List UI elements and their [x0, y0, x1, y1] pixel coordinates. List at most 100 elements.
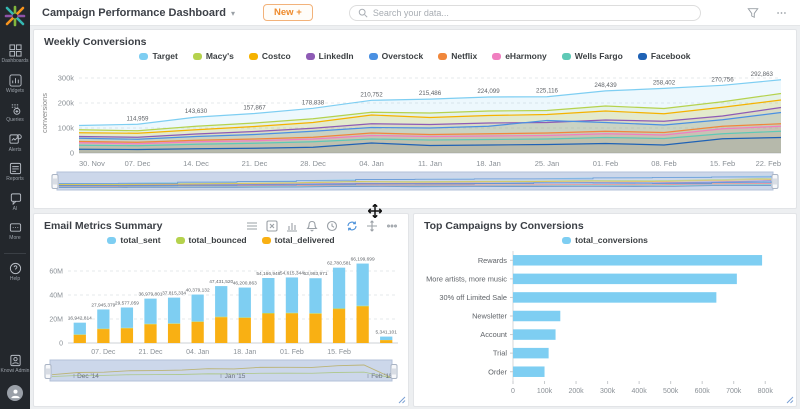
bar-segment-total_delivered[interactable]: [333, 309, 345, 343]
bar-segment-total_delivered[interactable]: [121, 328, 133, 343]
user-avatar[interactable]: [7, 385, 23, 401]
bar-segment-total_bounced[interactable]: [262, 313, 274, 314]
bar-segment-total_delivered[interactable]: [192, 322, 204, 343]
legend-item[interactable]: Target: [139, 51, 177, 61]
bar-segment-total_sent[interactable]: [286, 277, 298, 312]
svg-text:21. Dec: 21. Dec: [138, 349, 163, 356]
bar-segment-total_bounced[interactable]: [286, 313, 298, 314]
bar-segment-total_delivered[interactable]: [144, 324, 156, 343]
filter-icon[interactable]: [747, 7, 759, 19]
legend-swatch: [562, 53, 571, 60]
bar-segment-total_sent[interactable]: [239, 288, 251, 318]
svg-text:62,780,581: 62,780,581: [327, 261, 351, 267]
email-navigator[interactable]: Dec '14Jan '15Feb '15: [44, 359, 398, 384]
chevron-down-icon[interactable]: ▾: [231, 9, 235, 18]
sidebar-item-dashboards[interactable]: Dashboards: [0, 40, 30, 70]
widget-more-icon[interactable]: [386, 220, 398, 232]
bar-segment-total_delivered[interactable]: [309, 314, 321, 343]
dashboard-canvas: Weekly Conversions TargetMacy'sCostcoLin…: [30, 26, 800, 409]
svg-text:225,116: 225,116: [536, 88, 558, 95]
sidebar-item-alerts[interactable]: Alerts: [0, 129, 30, 159]
sync-icon[interactable]: [346, 220, 358, 232]
weekly-navigator[interactable]: [51, 171, 779, 192]
bar-segment-total_bounced[interactable]: [357, 306, 369, 307]
sidebar-item-widgets[interactable]: Widgets: [0, 70, 30, 100]
chart-type-icon[interactable]: [286, 220, 298, 232]
bar-segment-total_sent[interactable]: [74, 323, 86, 335]
hbar-account[interactable]: [513, 329, 556, 340]
search-input[interactable]: [373, 8, 692, 18]
bar-segment-total_delivered[interactable]: [286, 313, 298, 343]
bar-segment-total_sent[interactable]: [144, 299, 156, 324]
resize-handle[interactable]: [786, 396, 794, 404]
bar-segment-total_delivered[interactable]: [357, 306, 369, 343]
bar-segment-total_sent[interactable]: [192, 295, 204, 322]
svg-text:Rewards: Rewards: [478, 256, 507, 265]
legend-item[interactable]: total_sent: [107, 235, 160, 245]
navigator-handle-right[interactable]: [772, 175, 778, 189]
hbar-newsletter[interactable]: [513, 311, 560, 322]
legend-label: eHarmony: [505, 51, 547, 61]
legend-item[interactable]: Overstock: [369, 51, 424, 61]
svg-text:200k: 200k: [568, 388, 584, 395]
bar-segment-total_bounced[interactable]: [333, 308, 345, 309]
export-icon[interactable]: [266, 220, 278, 232]
sidebar-item-queries[interactable]: Queries: [0, 99, 30, 129]
bar-segment-total_sent[interactable]: [333, 268, 345, 309]
alert-bell-icon[interactable]: [306, 220, 318, 232]
sidebar-item-ai[interactable]: AI: [0, 188, 30, 218]
bar-segment-total_bounced[interactable]: [215, 317, 227, 318]
bar-segment-total_delivered[interactable]: [74, 335, 86, 343]
legend-label: Costco: [262, 51, 291, 61]
sidebar-item-help[interactable]: Help: [0, 258, 30, 288]
bar-segment-total_sent[interactable]: [380, 337, 392, 340]
bar-segment-total_delivered[interactable]: [380, 340, 392, 343]
sidebar-item-more[interactable]: More: [0, 217, 30, 247]
bar-segment-total_sent[interactable]: [121, 308, 133, 328]
bar-segment-total_sent[interactable]: [215, 286, 227, 317]
legend-item[interactable]: Costco: [249, 51, 291, 61]
legend-item[interactable]: Facebook: [638, 51, 691, 61]
legend-item[interactable]: total_conversions: [562, 235, 648, 245]
hbar-30-off-limited-sale[interactable]: [513, 292, 716, 303]
bar-segment-total_sent[interactable]: [168, 298, 180, 324]
sidebar-item-reports[interactable]: Reports: [0, 158, 30, 188]
legend-item[interactable]: LinkedIn: [306, 51, 354, 61]
search-bar[interactable]: [349, 5, 701, 21]
bar-segment-total_delivered[interactable]: [168, 324, 180, 343]
legend-item[interactable]: Macy's: [193, 51, 234, 61]
bar-segment-total_bounced[interactable]: [239, 317, 251, 318]
navigator-handle-right[interactable]: [391, 365, 397, 379]
bar-segment-total_sent[interactable]: [309, 278, 321, 313]
bar-segment-total_sent[interactable]: [97, 309, 109, 328]
move-icon[interactable]: [366, 220, 378, 232]
knowi-logo-icon[interactable]: [3, 4, 27, 28]
new-button[interactable]: New +: [263, 4, 313, 21]
y-axis-label: conversions: [40, 93, 49, 133]
menu-icon[interactable]: [246, 220, 258, 232]
bar-segment-total_sent[interactable]: [357, 264, 369, 306]
legend-item[interactable]: Netflix: [438, 51, 477, 61]
svg-text:54,166,948: 54,166,948: [256, 271, 280, 277]
legend-item[interactable]: eHarmony: [492, 51, 547, 61]
legend-item[interactable]: total_bounced: [176, 235, 247, 245]
navigator-handle-left[interactable]: [45, 365, 51, 379]
legend-item[interactable]: total_delivered: [262, 235, 335, 245]
bar-segment-total_delivered[interactable]: [97, 329, 109, 343]
bar-segment-total_delivered[interactable]: [239, 318, 251, 343]
hbar-more-artists-more-music[interactable]: [513, 274, 737, 285]
navigator-handle-left[interactable]: [52, 175, 58, 189]
bar-segment-total_delivered[interactable]: [262, 314, 274, 343]
bar-segment-total_sent[interactable]: [262, 278, 274, 313]
header-more-icon[interactable]: [775, 7, 788, 19]
hbar-order[interactable]: [513, 366, 545, 377]
resize-handle[interactable]: [398, 396, 406, 404]
hbar-trial[interactable]: [513, 348, 549, 359]
dashboard-title[interactable]: Campaign Performance Dashboard: [42, 7, 226, 19]
sidebar-item-admin[interactable]: Knowi Admin: [0, 350, 30, 380]
hbar-rewards[interactable]: [513, 255, 762, 265]
history-icon[interactable]: [326, 220, 338, 232]
bar-segment-total_bounced[interactable]: [309, 313, 321, 314]
bar-segment-total_delivered[interactable]: [215, 317, 227, 343]
legend-item[interactable]: Wells Fargo: [562, 51, 623, 61]
